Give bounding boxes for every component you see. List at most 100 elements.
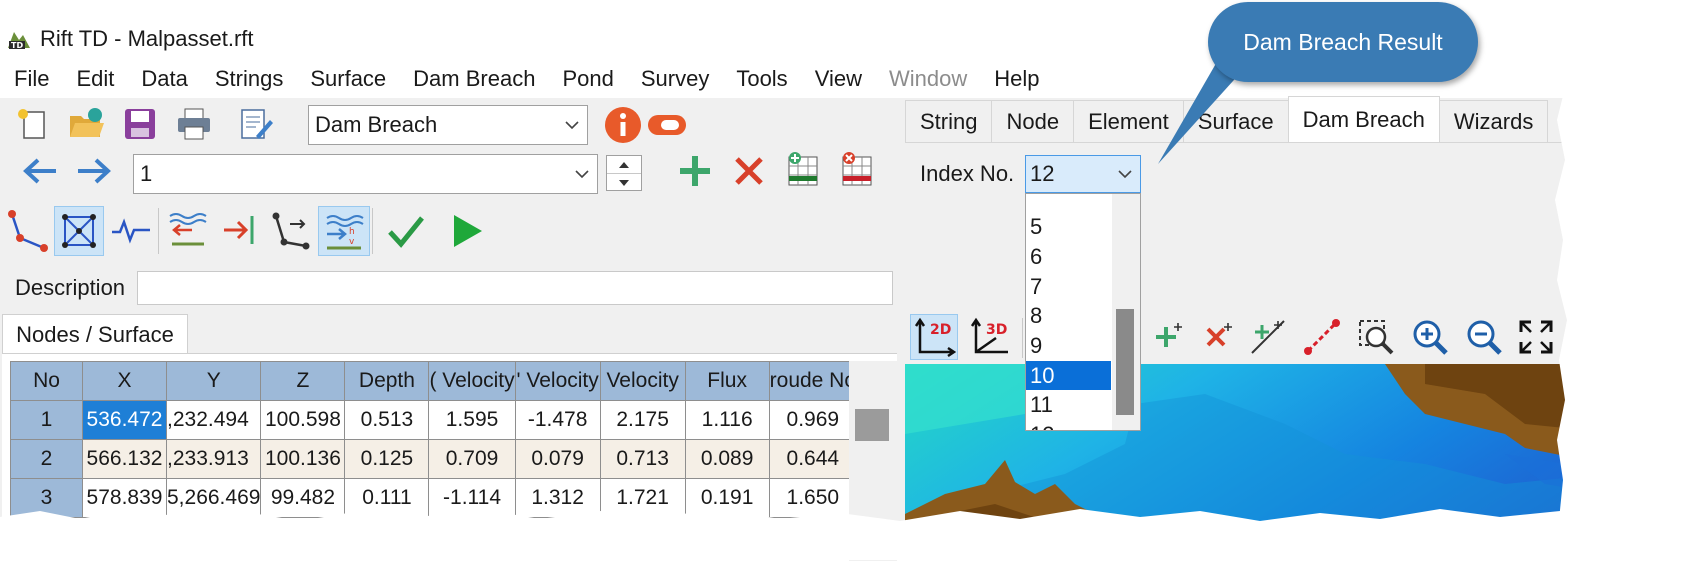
zoom-out-icon[interactable] [1460, 314, 1508, 360]
mesh-tool-icon[interactable] [54, 206, 104, 256]
spin-up-icon[interactable] [607, 156, 641, 174]
table-cell[interactable]: 2.175 [599, 400, 686, 440]
table-cell[interactable]: 100.136 [260, 439, 346, 479]
menu-survey[interactable]: Survey [627, 66, 722, 92]
view-2d-icon[interactable]: 2D [910, 314, 958, 360]
table-cell[interactable]: 0.089 [684, 439, 770, 479]
table-cell[interactable]: 1.116 [684, 400, 770, 440]
menu-tools[interactable]: Tools [722, 66, 800, 92]
menu-window[interactable]: Window [875, 66, 980, 92]
boundary-tool-icon[interactable] [220, 212, 260, 253]
chevron-down-icon [557, 120, 587, 130]
tab-string[interactable]: String [905, 100, 993, 142]
index-option[interactable]: 12 [1026, 420, 1111, 431]
table-cell[interactable]: ,233.913 [165, 439, 262, 479]
add-node-icon[interactable] [1144, 314, 1192, 360]
column-header[interactable]: Z [260, 361, 346, 401]
velocity-tool-icon[interactable]: hv [318, 206, 370, 256]
delete-node-icon[interactable] [1194, 314, 1242, 360]
record-select[interactable]: 1 [133, 154, 598, 194]
run-icon[interactable] [450, 212, 484, 255]
new-file-icon[interactable] [10, 102, 54, 146]
column-header[interactable]: Y [165, 361, 262, 401]
column-header[interactable]: roude No [768, 361, 858, 401]
torn-edge-bottom [0, 509, 1685, 560]
zoom-window-icon[interactable] [1352, 314, 1400, 360]
check-icon[interactable] [386, 214, 426, 255]
row-number-cell[interactable]: 2 [10, 439, 83, 479]
string-tool-icon[interactable] [6, 208, 48, 257]
toggle-icon[interactable] [647, 114, 687, 136]
column-header[interactable]: Velocity [599, 361, 686, 401]
delete-icon[interactable] [732, 154, 766, 193]
table-cell[interactable]: ,232.494 [165, 400, 262, 440]
index-option-highlighted[interactable]: 10 [1026, 361, 1111, 390]
menu-help[interactable]: Help [980, 66, 1052, 92]
table-header-row: No X Y Z Depth ( Velocity ' Velocity Vel… [10, 361, 858, 401]
view-3d-icon[interactable]: 3D [966, 314, 1014, 360]
tab-node[interactable]: Node [991, 100, 1075, 142]
table-cell[interactable]: 0.713 [599, 439, 686, 479]
tab-nodes-surface[interactable]: Nodes / Surface [2, 314, 188, 354]
table-cell[interactable]: 0.969 [768, 400, 858, 440]
menu-view[interactable]: View [801, 66, 875, 92]
forward-arrow-icon[interactable] [76, 155, 112, 192]
app-window: TD Rift TD - Malpasset.rft File Edit Dat… [0, 18, 1685, 561]
table-cell[interactable]: 536.472 [82, 400, 167, 440]
menu-data[interactable]: Data [127, 66, 200, 92]
menu-dam-breach[interactable]: Dam Breach [399, 66, 548, 92]
pick-line-icon[interactable] [1298, 314, 1346, 360]
table-cell[interactable]: 0.709 [428, 439, 516, 479]
index-no-select[interactable]: 12 [1025, 155, 1141, 193]
dropdown-scrollbar-thumb[interactable] [1116, 309, 1134, 415]
column-header[interactable]: ' Velocity [514, 361, 601, 401]
info-icon[interactable] [604, 106, 642, 144]
menu-surface[interactable]: Surface [296, 66, 399, 92]
table-cell[interactable]: 0.644 [768, 439, 858, 479]
edit-document-icon[interactable] [234, 102, 278, 146]
add-icon[interactable] [676, 152, 714, 195]
description-input[interactable] [137, 271, 893, 305]
index-no-label: Index No. [920, 161, 1015, 186]
menu-pond[interactable]: Pond [548, 66, 626, 92]
menu-strings[interactable]: Strings [201, 66, 296, 92]
table-cell[interactable]: 566.132 [82, 439, 167, 479]
open-folder-icon[interactable] [64, 102, 108, 146]
table-scrollbar-thumb[interactable] [855, 409, 889, 441]
column-header[interactable]: Flux [684, 361, 770, 401]
mode-select[interactable]: Dam Breach [308, 105, 588, 145]
path-tool-icon[interactable] [270, 210, 312, 257]
column-header[interactable]: X [82, 361, 167, 401]
table-cell[interactable]: -1.478 [514, 400, 601, 440]
zoom-in-icon[interactable] [1406, 314, 1454, 360]
column-header[interactable]: Depth [344, 361, 430, 401]
table-cell[interactable]: 1.595 [428, 400, 516, 440]
add-grid-icon[interactable] [786, 151, 820, 194]
profile-tool-icon[interactable] [110, 214, 152, 251]
spin-down-icon[interactable] [607, 174, 641, 191]
print-icon[interactable] [172, 102, 216, 146]
menu-file[interactable]: File [0, 66, 62, 92]
index-option[interactable]: 5 [1026, 212, 1111, 241]
tab-dam-breach[interactable]: Dam Breach [1287, 96, 1440, 142]
index-option[interactable]: 9 [1026, 331, 1111, 360]
index-option[interactable]: 6 [1026, 242, 1111, 271]
table-cell[interactable]: 0.125 [344, 439, 430, 479]
tab-wizards[interactable]: Wizards [1438, 100, 1549, 142]
row-number-cell[interactable]: 1 [10, 400, 83, 440]
column-header[interactable]: ( Velocity [428, 361, 516, 401]
table-cell[interactable]: 0.079 [514, 439, 601, 479]
index-option[interactable]: 11 [1026, 390, 1111, 419]
index-option[interactable]: 8 [1026, 301, 1111, 330]
table-row: 2 566.132 ,233.913 100.136 0.125 0.709 0… [10, 439, 858, 479]
delete-grid-icon[interactable] [840, 151, 874, 194]
back-arrow-icon[interactable] [22, 155, 58, 192]
index-option[interactable]: 7 [1026, 272, 1111, 301]
save-icon[interactable] [118, 102, 162, 146]
table-cell[interactable]: 0.513 [344, 400, 430, 440]
flow-tool-icon[interactable] [166, 208, 210, 257]
menu-edit[interactable]: Edit [62, 66, 127, 92]
column-header[interactable]: No [10, 361, 83, 401]
table-cell[interactable]: 100.598 [260, 400, 346, 440]
insert-node-icon[interactable] [1244, 314, 1292, 360]
